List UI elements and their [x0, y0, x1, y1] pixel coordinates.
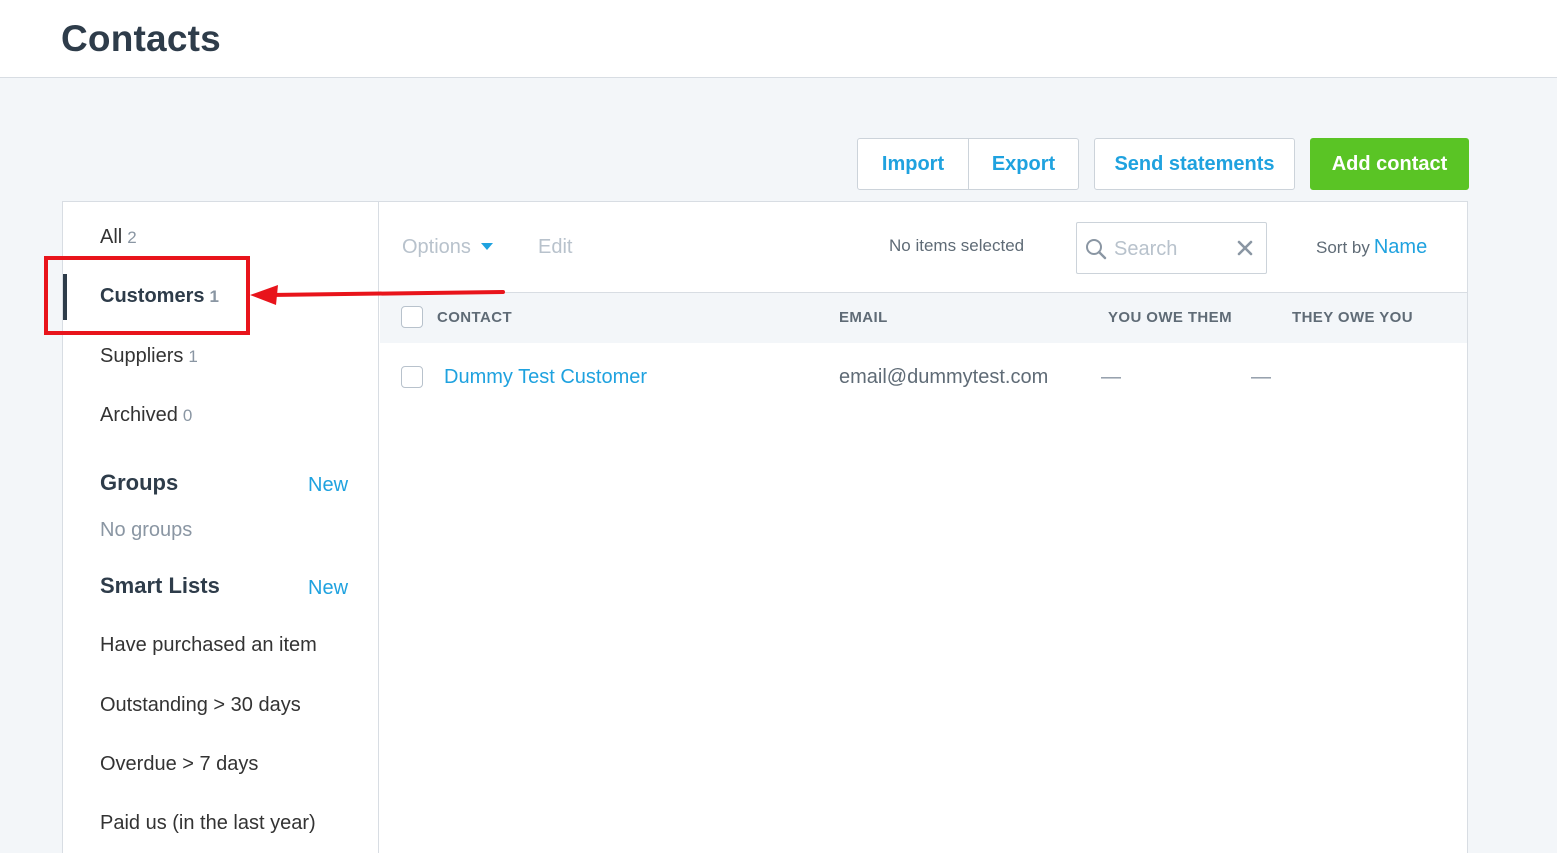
- you-owe-them-value: —: [1101, 366, 1121, 388]
- annotation-highlight-box: [44, 256, 250, 335]
- sidebar-item-count: 2: [127, 228, 137, 247]
- smart-list-item-purchased[interactable]: Have purchased an item: [100, 634, 317, 657]
- sort-label: Sort by: [1316, 238, 1370, 257]
- table-row[interactable]: Dummy Test Customer email@dummytest.com …: [380, 343, 1467, 409]
- export-button[interactable]: Export: [968, 138, 1079, 190]
- sidebar-item-label: Suppliers: [100, 345, 184, 367]
- contacts-content: Options Edit No items selected Sort byNa…: [380, 202, 1467, 853]
- sort-control: Sort by Name: [1316, 236, 1427, 259]
- sidebar-item-label: Archived: [100, 404, 178, 426]
- selection-status: No items selected: [889, 236, 1025, 255]
- search-box[interactable]: [1076, 222, 1267, 274]
- sort-value-link[interactable]: Name: [1374, 236, 1427, 258]
- column-header-email[interactable]: EMAIL: [839, 309, 888, 326]
- import-button[interactable]: Import: [857, 138, 969, 190]
- column-header-you-owe-them[interactable]: YOU OWE THEM: [1108, 309, 1232, 326]
- smart-list-item-outstanding[interactable]: Outstanding > 30 days: [100, 694, 301, 717]
- list-toolbar: Options Edit No items selected Sort byNa…: [380, 202, 1467, 293]
- page-title: Contacts: [61, 18, 221, 59]
- new-smart-list-link[interactable]: New: [308, 577, 348, 600]
- no-groups-text: No groups: [100, 519, 193, 541]
- they-owe-you-value: —: [1251, 366, 1271, 388]
- contact-email: email@dummytest.com: [839, 366, 1049, 388]
- search-icon: [1086, 239, 1107, 260]
- smart-lists-heading: Smart Lists: [100, 573, 220, 598]
- options-menu[interactable]: Options: [402, 236, 471, 259]
- row-checkbox[interactable]: [401, 366, 423, 388]
- add-contact-button[interactable]: Add contact: [1310, 138, 1469, 190]
- close-icon[interactable]: [1235, 238, 1255, 258]
- sidebar-item-archived[interactable]: Archived 0: [100, 404, 192, 427]
- column-header-they-owe-you[interactable]: THEY OWE YOU: [1292, 309, 1413, 326]
- chevron-down-icon[interactable]: [481, 243, 493, 250]
- edit-button[interactable]: Edit: [538, 236, 572, 259]
- sidebar-item-count: 0: [182, 406, 193, 425]
- smart-list-item-overdue[interactable]: Overdue > 7 days: [100, 753, 258, 776]
- sidebar-item-count: 1: [188, 347, 198, 366]
- table-header: CONTACT EMAIL YOU OWE THEM THEY OWE YOU: [380, 293, 1467, 343]
- groups-heading: Groups: [100, 470, 179, 495]
- annotation-arrow-icon: [250, 285, 505, 305]
- sidebar-item-all[interactable]: All 2: [100, 226, 137, 249]
- smart-list-item-paid[interactable]: Paid us (in the last year): [100, 812, 316, 835]
- sidebar-item-suppliers[interactable]: Suppliers 1: [100, 345, 198, 368]
- column-header-contact[interactable]: CONTACT: [437, 309, 512, 326]
- top-header: Contacts: [0, 0, 1557, 78]
- search-input[interactable]: [1114, 235, 1224, 263]
- sidebar-item-label: All: [100, 226, 123, 248]
- new-group-link[interactable]: New: [308, 474, 348, 497]
- send-statements-button[interactable]: Send statements: [1094, 138, 1295, 190]
- contact-name-link[interactable]: Dummy Test Customer: [444, 366, 647, 389]
